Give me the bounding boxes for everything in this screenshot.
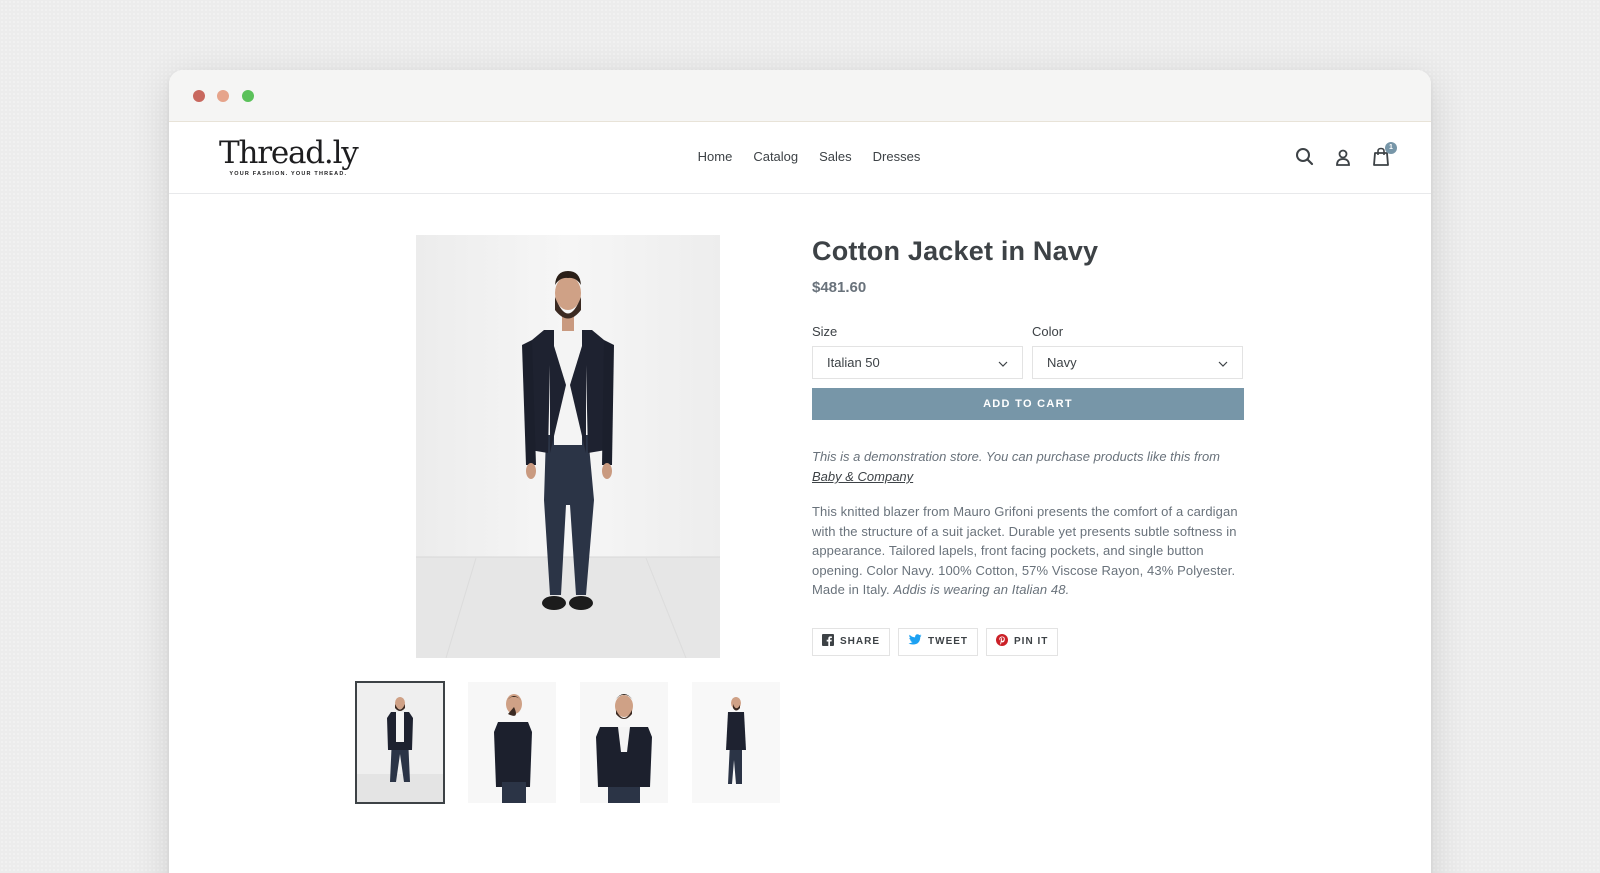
cart-count-badge: 1	[1385, 142, 1397, 154]
baby-and-company-link[interactable]: Baby & Company	[812, 469, 913, 484]
nav-item-catalog[interactable]: Catalog	[753, 149, 798, 164]
color-label: Color	[1032, 324, 1064, 339]
header-icons: 1	[1295, 142, 1397, 168]
product-main-image[interactable]	[416, 235, 720, 659]
user-icon[interactable]	[1333, 146, 1353, 168]
nav-item-dresses[interactable]: Dresses	[873, 149, 921, 164]
twitter-icon	[908, 634, 922, 649]
size-selector: Size Italian 50	[812, 324, 1023, 379]
minimize-window-button[interactable]	[217, 90, 229, 102]
close-window-button[interactable]	[193, 90, 205, 102]
size-select-value: Italian 50	[827, 355, 880, 370]
size-select[interactable]: Italian 50	[812, 346, 1023, 379]
nav-item-sales[interactable]: Sales	[819, 149, 852, 164]
product-info: Cotton Jacket in Navy $481.60 Size Itali…	[812, 236, 1244, 656]
product-thumbnail[interactable]	[692, 682, 780, 803]
window-titlebar	[169, 70, 1431, 122]
chevron-down-icon	[998, 355, 1008, 370]
size-label: Size	[812, 324, 838, 339]
color-select-value: Navy	[1047, 355, 1077, 370]
product-thumbnails	[355, 681, 780, 804]
product-thumbnail[interactable]	[355, 681, 445, 804]
nav-item-home[interactable]: Home	[698, 149, 733, 164]
share-pinterest-label: PIN IT	[1014, 636, 1049, 647]
facebook-icon	[822, 634, 834, 649]
variant-selectors: Size Italian 50 Color Navy	[812, 324, 1244, 379]
product-thumbnail[interactable]	[580, 682, 668, 803]
chevron-down-icon	[1218, 355, 1228, 370]
share-twitter-button[interactable]: TWEET	[898, 627, 979, 656]
cart-icon[interactable]: 1	[1371, 142, 1397, 168]
color-select[interactable]: Navy	[1032, 346, 1243, 379]
product-price: $481.60	[812, 279, 867, 296]
search-icon[interactable]	[1295, 146, 1315, 168]
product-title: Cotton Jacket in Navy	[812, 236, 1099, 266]
color-selector: Color Navy	[1032, 324, 1243, 379]
pinterest-icon	[996, 634, 1009, 649]
product-photo-illustration	[416, 235, 720, 659]
share-facebook-button[interactable]: SHARE	[812, 627, 891, 656]
demo-store-note: This is a demonstration store. You can p…	[812, 447, 1244, 487]
add-to-cart-button[interactable]: ADD TO CART	[812, 388, 1244, 420]
site-header: Thread.ly YOUR FASHION. YOUR THREAD. Hom…	[169, 122, 1431, 194]
main-nav: Home Catalog Sales Dresses	[169, 149, 1431, 164]
logo-tagline: YOUR FASHION. YOUR THREAD.	[229, 171, 348, 177]
product-thumbnail[interactable]	[468, 682, 556, 803]
social-share: SHARE TWEET PIN IT	[812, 627, 1244, 656]
product-description: This knitted blazer from Mauro Grifoni p…	[812, 502, 1244, 600]
share-twitter-label: TWEET	[928, 636, 969, 647]
share-facebook-label: SHARE	[840, 636, 881, 647]
share-pinterest-button[interactable]: PIN IT	[986, 627, 1059, 656]
browser-window: Thread.ly YOUR FASHION. YOUR THREAD. Hom…	[169, 70, 1431, 873]
product-description-fit-note: Addis is wearing an Italian 48.	[893, 582, 1070, 597]
demo-note-text: This is a demonstration store. You can p…	[812, 449, 1221, 464]
maximize-window-button[interactable]	[242, 90, 254, 102]
